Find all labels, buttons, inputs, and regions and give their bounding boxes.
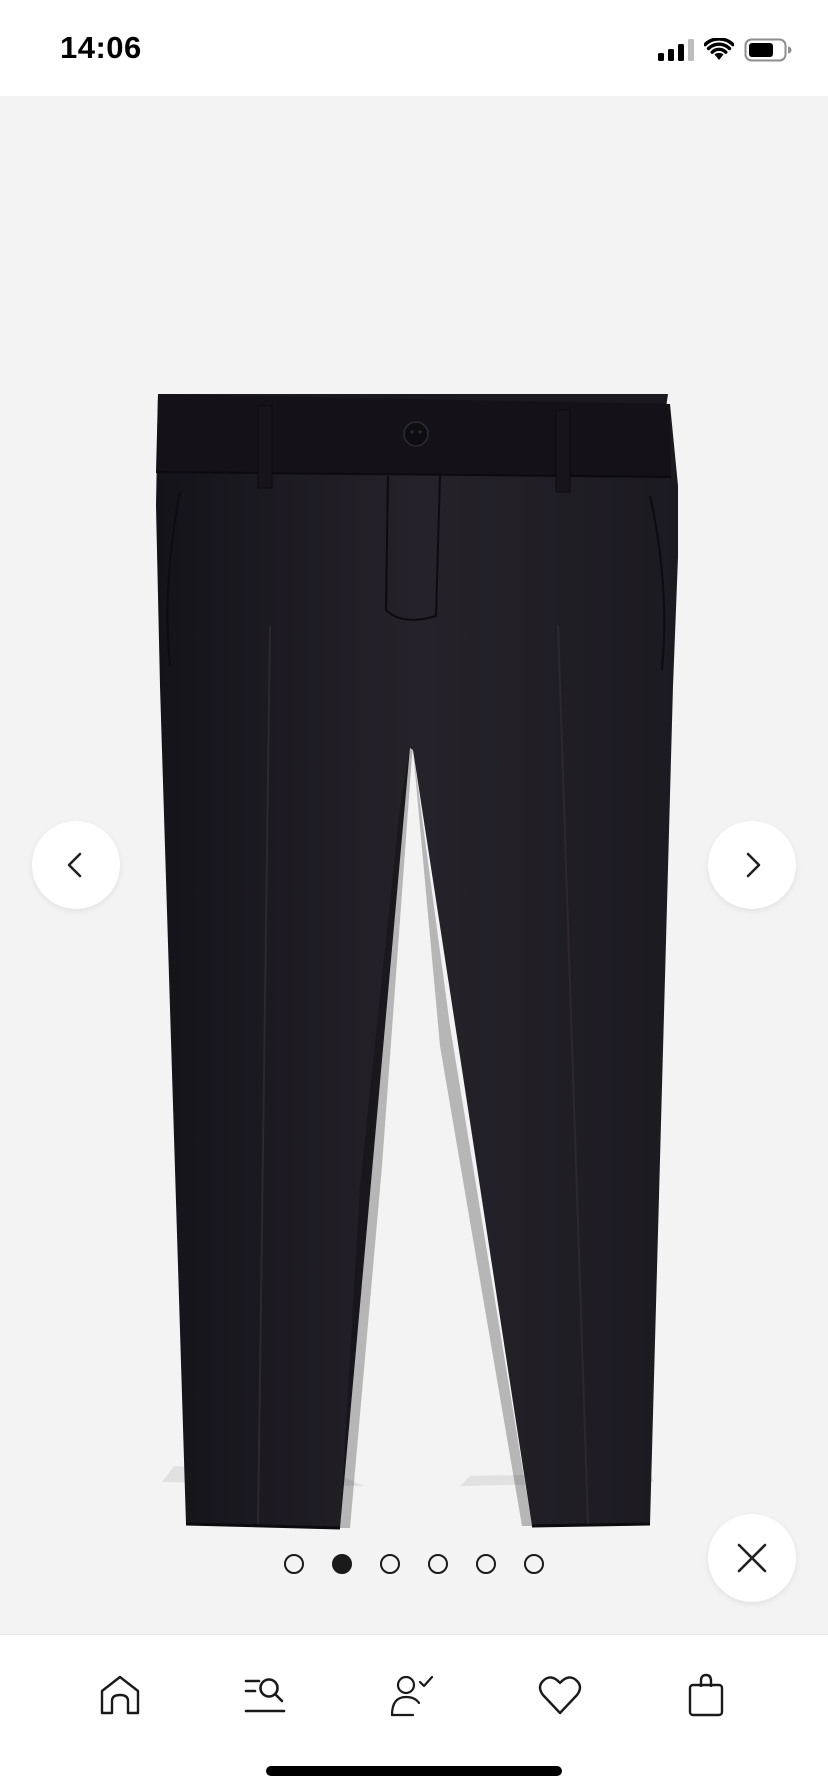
close-icon	[737, 1543, 767, 1573]
product-gallery-screen: 14:06	[0, 0, 828, 1792]
shopping-bag-icon	[688, 1673, 724, 1717]
search-list-icon	[244, 1678, 286, 1713]
battery-icon	[744, 38, 792, 62]
home-icon	[100, 1675, 140, 1715]
tab-favourites[interactable]	[530, 1665, 590, 1725]
tab-bag[interactable]	[676, 1665, 736, 1725]
tab-account[interactable]	[382, 1665, 442, 1725]
pagination-dot[interactable]	[380, 1554, 400, 1574]
signal-icon	[658, 39, 694, 61]
chevron-left-icon	[67, 852, 82, 878]
pagination-dot[interactable]	[428, 1554, 448, 1574]
wifi-icon	[704, 38, 734, 60]
account-check-icon	[390, 1675, 434, 1717]
heart-icon	[538, 1676, 582, 1715]
product-image-gallery[interactable]	[0, 96, 828, 1634]
pagination-dot-active[interactable]	[332, 1554, 352, 1574]
product-image[interactable]	[150, 286, 678, 1546]
pagination-dot[interactable]	[476, 1554, 496, 1574]
status-bar: 14:06	[0, 0, 828, 96]
pagination-dot[interactable]	[284, 1554, 304, 1574]
next-image-button[interactable]	[708, 821, 796, 909]
tab-home[interactable]	[90, 1665, 150, 1725]
close-gallery-button[interactable]	[708, 1514, 796, 1602]
pagination-dot[interactable]	[524, 1554, 544, 1574]
status-time: 14:06	[60, 30, 142, 65]
status-icons	[658, 36, 792, 64]
home-indicator	[266, 1766, 562, 1776]
previous-image-button[interactable]	[32, 821, 120, 909]
image-pagination	[284, 1554, 544, 1574]
tab-search[interactable]	[235, 1665, 295, 1725]
chevron-right-icon	[746, 852, 761, 878]
